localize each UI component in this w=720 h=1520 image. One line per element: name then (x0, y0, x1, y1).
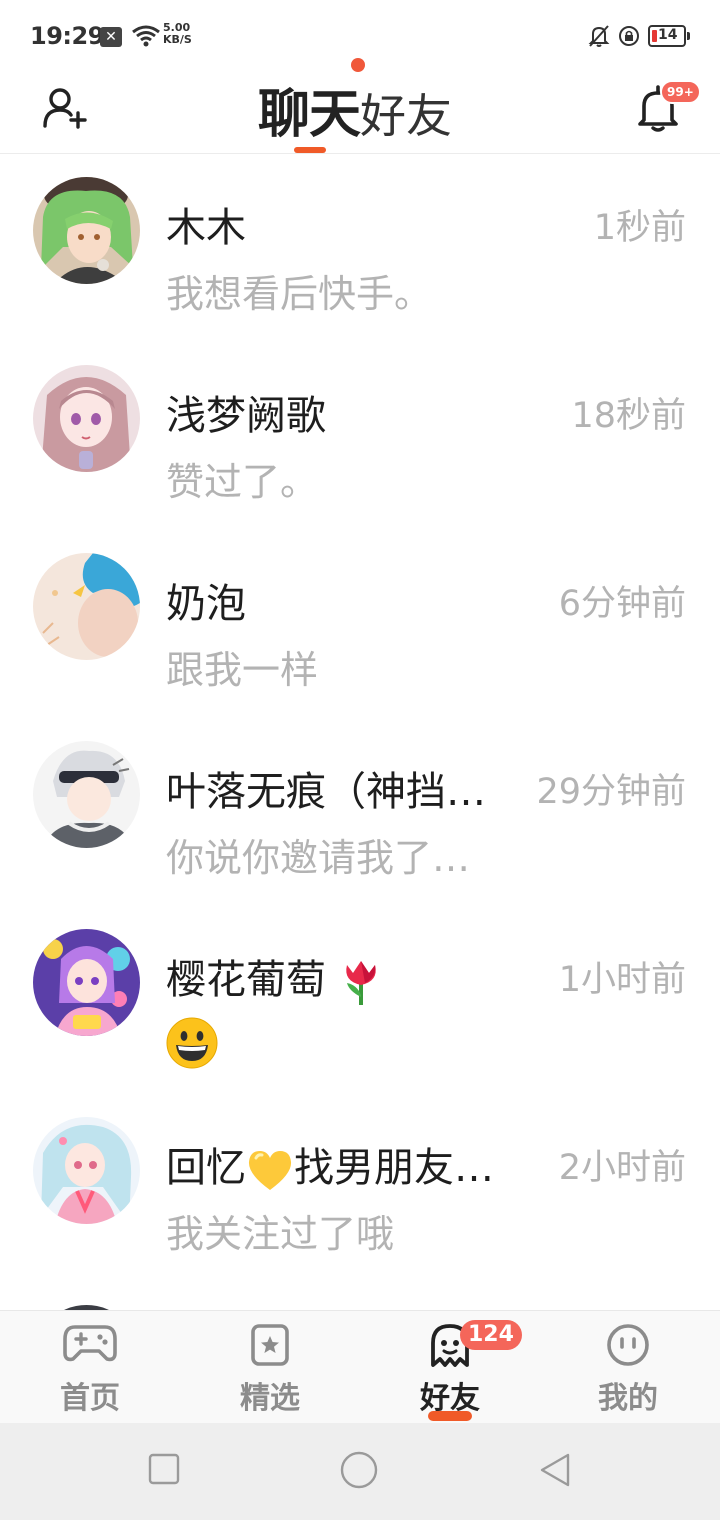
chat-list: 木木 1秒前 我想看后快手。 浅梦阙歌 18秒前 赞过了。 奶泡 6分钟前 跟我… (0, 155, 720, 1310)
face-icon (607, 1324, 649, 1366)
nav-label: 精选 (240, 1381, 300, 1416)
nav-label: 首页 (60, 1381, 120, 1416)
chat-last-message: 赞过了。 (166, 460, 319, 504)
status-time: 19:29 (30, 22, 104, 50)
nav-friends[interactable]: 124 好友 (380, 1311, 522, 1424)
chat-name: 樱花葡萄 (166, 947, 383, 1007)
wifi-icon (132, 25, 160, 47)
network-speed: 5.00 KB/S (163, 22, 192, 46)
tab-chat[interactable]: 聊天 (258, 85, 361, 145)
chat-row[interactable]: 浅梦阙歌 18秒前 赞过了。 (0, 343, 720, 531)
avatar (33, 553, 140, 660)
back-triangle-icon[interactable] (538, 1452, 572, 1488)
chat-row[interactable]: 回忆 找男朋友… 2小时前 我关注过了哦 (0, 1095, 720, 1283)
battery-level: 14 (658, 27, 678, 43)
tab-friends[interactable]: 好友 (360, 89, 452, 143)
home-circle-icon[interactable] (340, 1451, 378, 1489)
chat-name: 奶泡 (166, 581, 246, 627)
system-navigation-bar (0, 1423, 720, 1520)
chat-row-partial[interactable] (0, 1283, 720, 1310)
notification-badge: 99+ (660, 80, 701, 104)
chat-last-message: 你说你邀请我了… (166, 836, 471, 880)
chat-name-text: 樱花葡萄 (166, 957, 326, 1003)
chat-name-text: 回忆 (166, 1145, 246, 1191)
avatar (33, 177, 140, 284)
chat-name: 浅梦阙歌 (166, 393, 326, 439)
chat-name: 回忆 找男朋友… (166, 1135, 494, 1193)
gamepad-icon (63, 1325, 117, 1362)
avatar (33, 1117, 140, 1224)
chat-time: 1小时前 (558, 960, 686, 1000)
chat-time: 2小时前 (558, 1148, 686, 1188)
muted-bell-icon (588, 25, 610, 47)
friends-badge: 124 (460, 1320, 522, 1350)
top-header: 聊天好友 99+ (0, 58, 720, 154)
bottom-nav: 首页 精选 124 好友 我的 (0, 1310, 720, 1423)
chat-name: 木木 (166, 205, 246, 251)
battery-icon: 14 (648, 25, 690, 47)
network-speed-unit: KB/S (163, 33, 192, 46)
chat-row[interactable]: 樱花葡萄 1小时前 (0, 907, 720, 1095)
yellow-heart-emoji (248, 1151, 292, 1190)
avatar (33, 365, 140, 472)
nav-profile[interactable]: 我的 (558, 1311, 698, 1424)
grinning-face-emoji (166, 1017, 218, 1069)
nav-home[interactable]: 首页 (20, 1311, 160, 1424)
active-nav-indicator (428, 1411, 472, 1421)
chat-last-message: 跟我一样 (166, 648, 319, 692)
nav-label: 我的 (598, 1381, 658, 1416)
chat-time: 18秒前 (571, 396, 686, 436)
rotation-lock-icon (619, 26, 639, 46)
chat-time: 29分钟前 (536, 772, 686, 812)
add-friend-icon[interactable] (40, 82, 90, 132)
tulip-emoji (345, 961, 376, 1005)
chat-name-text-2: 找男朋友… (294, 1145, 494, 1191)
chat-row[interactable]: 奶泡 6分钟前 跟我一样 (0, 531, 720, 719)
chat-row[interactable]: 叶落无痕（神挡… 29分钟前 你说你邀请我了… (0, 719, 720, 907)
close-notification-icon: ✕ (100, 27, 122, 47)
nav-featured[interactable]: 精选 (200, 1311, 340, 1424)
avatar (33, 741, 140, 848)
chat-time: 1秒前 (593, 208, 686, 248)
unread-dot (351, 58, 365, 72)
recent-apps-icon[interactable] (148, 1453, 180, 1485)
chat-name: 叶落无痕（神挡… (166, 769, 486, 815)
avatar (33, 929, 140, 1036)
active-tab-indicator (294, 147, 326, 153)
chat-last-message: 我想看后快手。 (166, 272, 433, 316)
chat-time: 6分钟前 (558, 584, 686, 624)
chat-row[interactable]: 木木 1秒前 我想看后快手。 (0, 155, 720, 343)
star-card-icon (251, 1324, 289, 1366)
header-tabs: 聊天好友 (258, 58, 452, 146)
chat-last-message: 我关注过了哦 (166, 1212, 395, 1256)
